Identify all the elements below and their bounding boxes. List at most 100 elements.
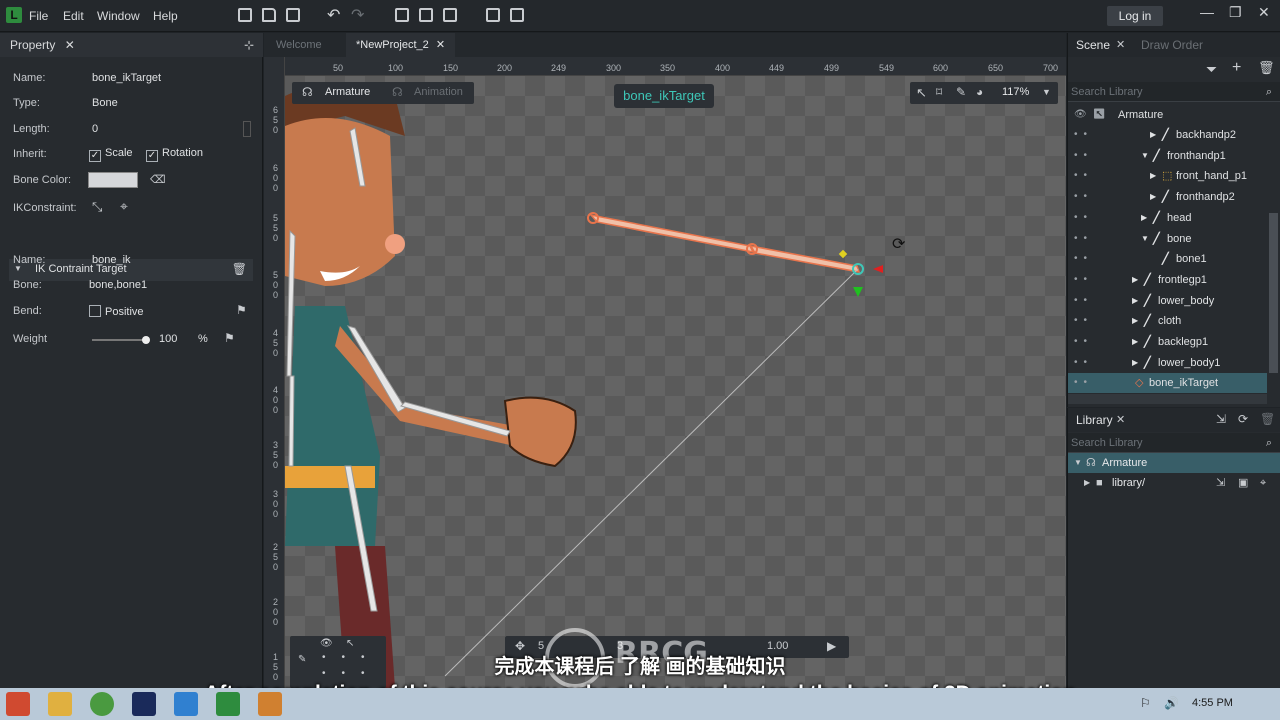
expand-icon[interactable]: ▶: [1132, 353, 1138, 373]
property-tab[interactable]: Property ✕ ⊹: [0, 33, 263, 57]
visibility-lock-dots[interactable]: ••: [1074, 373, 1093, 393]
expand-icon[interactable]: ▶: [1084, 473, 1090, 493]
volume-icon[interactable]: 🔊: [1164, 696, 1179, 710]
save-icon[interactable]: [286, 8, 300, 22]
expand-icon[interactable]: ▶: [1132, 270, 1138, 290]
tree-item[interactable]: •• ▶ ╱ frontlegp1: [1068, 270, 1267, 290]
tab-draw-order[interactable]: Draw Order: [1141, 38, 1203, 52]
bone-tool-icon[interactable]: ✎: [956, 85, 966, 99]
library-search-input[interactable]: Search Library ⌕: [1068, 433, 1280, 453]
app-icon[interactable]: [258, 692, 282, 716]
scene-hscrollbar[interactable]: [1068, 394, 1267, 404]
tree-item[interactable]: •• ▶ ╱ lower_body1: [1068, 353, 1267, 373]
export-icon[interactable]: [486, 8, 500, 22]
visibility-lock-dots[interactable]: ••: [1074, 146, 1093, 166]
stage-canvas[interactable]: ⟳: [285, 76, 1066, 688]
chrome-icon[interactable]: [90, 692, 114, 716]
lock-icon[interactable]: ↖: [346, 638, 354, 649]
menu-help[interactable]: Help: [153, 9, 178, 23]
close-window-icon[interactable]: ✕: [1258, 4, 1270, 21]
ik-section-header[interactable]: ▼ IK Contraint Target 🗑: [9, 259, 253, 281]
select-tool-icon[interactable]: ↖: [916, 85, 927, 101]
add-icon[interactable]: +: [1232, 59, 1241, 77]
import-images-icon[interactable]: [443, 8, 457, 22]
import-icon[interactable]: [395, 8, 409, 22]
clock[interactable]: 4:55 PM: [1192, 697, 1233, 709]
expand-icon[interactable]: ▼: [1141, 229, 1149, 249]
weight-tool-icon[interactable]: ◕: [976, 85, 983, 99]
zoom-value[interactable]: 117%: [1002, 86, 1029, 98]
library-armature-row[interactable]: ▼ ☊ Armature: [1068, 453, 1280, 473]
bone-color-swatch[interactable]: [88, 172, 138, 188]
menu-window[interactable]: Window: [97, 9, 140, 23]
tree-item[interactable]: •• ▶ ╱ fronthandp2: [1068, 187, 1267, 207]
close-tab-icon[interactable]: ✕: [436, 39, 445, 51]
expand-icon[interactable]: ▶: [1141, 208, 1147, 228]
tab-welcome[interactable]: Welcome: [266, 33, 332, 57]
expand-icon[interactable]: ▶: [1132, 311, 1138, 331]
start-button-icon[interactable]: [6, 692, 30, 716]
import-folder-icon[interactable]: [419, 8, 433, 22]
dragonbones-icon[interactable]: [216, 692, 240, 716]
eye-icon[interactable]: 👁: [320, 638, 333, 649]
visibility-lock-icons[interactable]: 👁↖: [1074, 105, 1111, 125]
expand-icon[interactable]: ▶: [1132, 291, 1138, 311]
visibility-lock-dots[interactable]: ••: [1074, 249, 1093, 269]
bend-checkbox[interactable]: Positive: [89, 305, 144, 318]
visibility-lock-dots[interactable]: ••: [1074, 311, 1093, 331]
visibility-lock-dots[interactable]: ••: [1074, 332, 1093, 352]
undo-icon[interactable]: ↶: [327, 5, 340, 25]
delete-icon[interactable]: 🗑: [1260, 412, 1275, 426]
network-icon[interactable]: ⚐: [1140, 696, 1151, 710]
length-value[interactable]: 0: [92, 123, 98, 135]
visibility-lock-dots[interactable]: ••: [1074, 353, 1093, 373]
locate-icon[interactable]: ⌖: [1260, 473, 1266, 493]
expand-icon[interactable]: ▶: [1132, 332, 1138, 352]
search-icon[interactable]: ⌕: [1266, 82, 1272, 102]
menu-file[interactable]: File: [29, 9, 48, 23]
expand-icon[interactable]: ▶: [1150, 166, 1156, 186]
flag-icon[interactable]: ⚑: [224, 331, 235, 345]
visibility-lock-dots[interactable]: ••: [1074, 291, 1093, 311]
login-button[interactable]: Log in: [1107, 6, 1163, 26]
tree-item[interactable]: •• ╱ bone1: [1068, 249, 1267, 269]
ik-bone[interactable]: [589, 213, 755, 254]
panel-layout-icon[interactable]: ⊹: [244, 33, 254, 57]
import-image-icon[interactable]: ⇲: [1216, 473, 1225, 493]
tab-library[interactable]: Library: [1076, 413, 1113, 427]
close-library-tab-icon[interactable]: ✕: [1116, 413, 1125, 426]
tree-item[interactable]: •• ▼ ╱ fronthandp1: [1068, 146, 1267, 166]
length-stepper[interactable]: [243, 121, 251, 137]
tree-item[interactable]: •• ▼ ╱ bone: [1068, 229, 1267, 249]
y-axis-arrow[interactable]: [853, 287, 863, 297]
inherit-rotation-checkbox[interactable]: ✓ Rotation: [146, 147, 203, 162]
ik-bone1[interactable]: [749, 244, 861, 273]
weight-slider-knob[interactable]: [142, 336, 150, 344]
refresh-icon[interactable]: ⟳: [1238, 412, 1248, 426]
weight-slider-track[interactable]: [92, 339, 146, 341]
search-icon[interactable]: ⌕: [1266, 433, 1272, 453]
zoom-dropdown-icon[interactable]: ▼: [1042, 87, 1051, 97]
close-scene-tab-icon[interactable]: ✕: [1116, 38, 1125, 51]
ik-target-icon[interactable]: ⌖: [120, 198, 128, 215]
delete-icon[interactable]: 🗑: [232, 262, 247, 276]
expand-icon[interactable]: ▶: [1150, 125, 1156, 145]
redo-icon[interactable]: ↷: [351, 5, 364, 25]
edit-export-icon[interactable]: [510, 8, 524, 22]
inherit-scale-checkbox[interactable]: ✓ Scale: [89, 147, 133, 162]
expand-icon[interactable]: ▶: [1150, 187, 1156, 207]
library-folder-row[interactable]: ▶ ■ library/ ⇲ ▣ ⌖: [1068, 473, 1280, 493]
explorer-icon[interactable]: [48, 692, 72, 716]
animation-mode-icon[interactable]: ☊: [392, 85, 403, 99]
tree-item[interactable]: •• ▶ ╱ cloth: [1068, 311, 1267, 331]
visibility-lock-dots[interactable]: ••: [1074, 125, 1093, 145]
x-axis-arrow[interactable]: [873, 265, 883, 273]
tree-item[interactable]: •• ▶ ╱ backlegp1: [1068, 332, 1267, 352]
close-property-tab-icon[interactable]: ✕: [65, 38, 75, 52]
open-folder-icon[interactable]: [262, 8, 276, 22]
photoshop-icon[interactable]: [132, 692, 156, 716]
collapse-icon[interactable]: ▼: [1074, 453, 1082, 473]
armature-mode-icon[interactable]: ☊: [302, 85, 313, 99]
visibility-lock-dots[interactable]: ••: [1074, 208, 1093, 228]
tree-item[interactable]: •• ▶ ╱ backhandp2: [1068, 125, 1267, 145]
